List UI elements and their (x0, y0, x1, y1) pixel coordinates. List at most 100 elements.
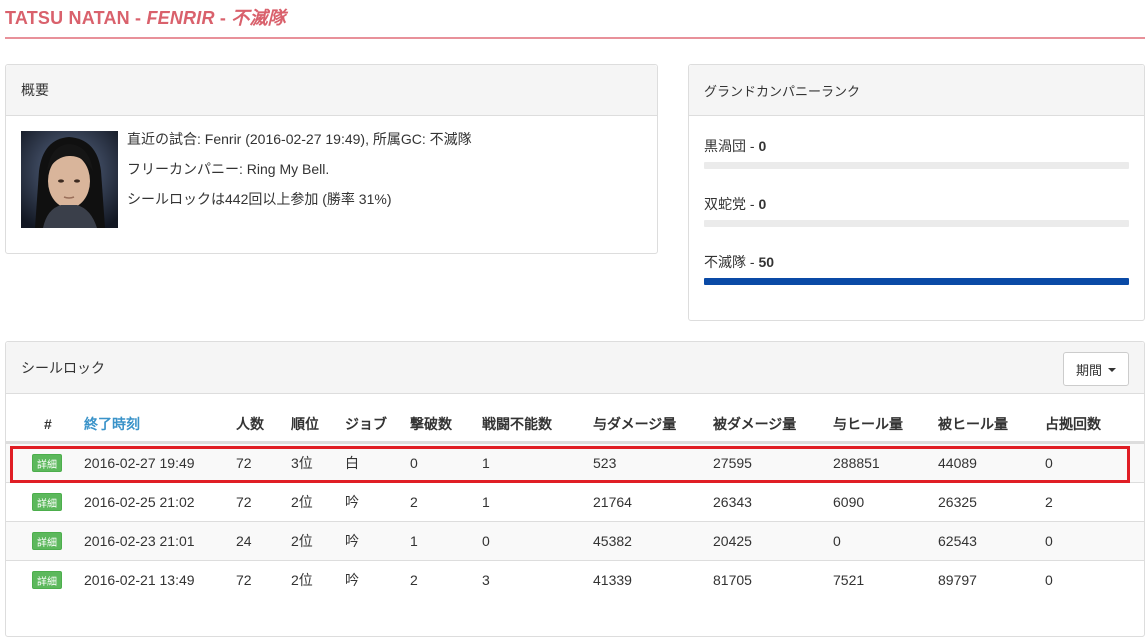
col-deaths-header: 戦闘不能数 (482, 416, 552, 432)
period-label: 期間 (1075, 362, 1102, 378)
col-captures-header: 占拠回数 (1045, 416, 1101, 432)
character-name: TATSU NATAN (5, 8, 130, 28)
col-kills-cell: 2 (410, 572, 418, 588)
col-damage-taken-cell: 26343 (713, 494, 752, 510)
period-dropdown-button[interactable]: 期間 (1062, 352, 1129, 386)
col-end-time-cell: 2016-02-21 13:49 (84, 572, 195, 588)
col-damage-dealt-cell: 45382 (593, 533, 632, 549)
col-heal-taken-cell: 62543 (938, 533, 977, 549)
col-heal-dealt-cell: 288851 (833, 455, 880, 471)
col-kills-cell: 2 (410, 494, 418, 510)
detail-cell: 詳細 (32, 483, 62, 521)
table-header: # 終了時刻 人数 順位 ジョブ 撃破数 戦闘不能数 与ダメージ量 被ダメージ量 与ヒール量 被ヒー… (6, 407, 1144, 443)
col-heal-dealt-cell: 0 (833, 533, 841, 549)
col-damage-taken-cell: 81705 (713, 572, 752, 588)
col-players-cell: 72 (236, 455, 252, 471)
col-job-cell: 吟 (345, 533, 359, 549)
col-captures-cell: 0 (1045, 572, 1053, 588)
participation-text: シールロックは442回以上参加 (勝率 31%) (127, 191, 392, 207)
gc-rank-label: 黒渦団 - 0 (704, 136, 766, 156)
table-row: 詳細 2016-02-25 21:02 72 2位 吟 2 1 21764 26343 6090 2… (6, 482, 1144, 521)
gc-name: 黒渦団 - (704, 138, 759, 154)
col-deaths-cell: 3 (482, 572, 490, 588)
col-heal-taken-cell: 89797 (938, 572, 977, 588)
gc-rank-value: 0 (758, 196, 767, 212)
detail-cell: 詳細 (32, 561, 62, 599)
character-portrait-icon (21, 131, 118, 228)
col-number-header: # (44, 416, 52, 432)
col-damage-dealt-cell: 523 (593, 455, 617, 471)
gc-name: 不滅隊 - (704, 254, 759, 270)
col-kills-header: 撃破数 (410, 416, 452, 432)
gc-rank-progress-bar (704, 220, 1129, 227)
col-rank-header: 順位 (291, 416, 319, 432)
caret-down-icon (1108, 368, 1116, 372)
title-separator: - (214, 8, 232, 28)
gc-rank-value: 0 (758, 138, 767, 154)
gc-name: 双蛇党 - (704, 196, 759, 212)
col-end-time-cell: 2016-02-27 19:49 (84, 455, 195, 471)
gc-rank-value: 50 (758, 254, 775, 270)
col-damage-taken-cell: 20425 (713, 533, 752, 549)
gc-rank-progress-bar (704, 278, 1129, 285)
gc-rank-label: 不滅隊 - 50 (704, 252, 774, 272)
col-captures-cell: 0 (1045, 533, 1053, 549)
col-rank-cell: 2位 (291, 533, 313, 549)
seal-rock-panel: シールロック 期間 # 終了時刻 人数 順位 ジョブ 撃破数 戦闘不能数 与ダメージ量 被ダメー… (5, 341, 1145, 637)
detail-button[interactable]: 詳細 (32, 532, 62, 550)
page-title: TATSU NATAN - FENRIR - 不滅隊 (5, 4, 286, 30)
col-heal-dealt-cell: 7521 (833, 572, 865, 588)
col-captures-cell: 2 (1045, 494, 1053, 510)
col-kills-cell: 0 (410, 455, 418, 471)
col-job-header: ジョブ (345, 416, 387, 432)
table-row: 詳細 2016-02-27 19:49 72 3位 白 0 1 523 27595 288851 4… (6, 443, 1144, 482)
detail-button[interactable]: 詳細 (32, 571, 62, 589)
detail-cell: 詳細 (32, 522, 62, 560)
col-job-cell: 白 (345, 455, 359, 471)
col-job-cell: 吟 (345, 494, 359, 510)
overview-panel: 概要 直近の試合: Fenrir (2016-02-27 19:49), 所属G… (5, 64, 658, 254)
world-name: FENRIR (146, 8, 215, 28)
col-damage-taken-cell: 27595 (713, 455, 752, 471)
col-end-time-cell: 2016-02-25 21:02 (84, 494, 195, 510)
col-rank-cell: 3位 (291, 455, 313, 471)
col-heal-taken-cell: 44089 (938, 455, 977, 471)
table-row: 詳細 2016-02-21 13:49 72 2位 吟 2 3 41339 81705 7521 8… (6, 560, 1144, 599)
gc-rank-heading: グランドカンパニーランク (689, 65, 1144, 116)
detail-button[interactable]: 詳細 (32, 493, 62, 511)
col-players-header: 人数 (236, 416, 264, 432)
col-job-cell: 吟 (345, 572, 359, 588)
table-row: 詳細 2016-02-23 21:01 24 2位 吟 1 0 45382 20425 0 6254… (6, 521, 1144, 560)
col-damage-dealt-header: 与ダメージ量 (593, 416, 677, 432)
col-end-time-header[interactable]: 終了時刻 (84, 407, 140, 441)
gc-rank-panel: グランドカンパニーランク 黒渦団 - 0 双蛇党 - 0 不滅隊 - 50 (688, 64, 1145, 321)
col-deaths-cell: 1 (482, 455, 490, 471)
gc-rank-label: 双蛇党 - 0 (704, 194, 766, 214)
free-company-text: フリーカンパニー: Ring My Bell. (127, 161, 330, 177)
gc-rank-progress-bar (704, 162, 1129, 169)
col-players-cell: 24 (236, 533, 252, 549)
recent-match-text: 直近の試合: Fenrir (2016-02-27 19:49), 所属GC: … (127, 131, 472, 147)
seal-rock-title: シールロック (21, 359, 105, 376)
col-end-time-cell: 2016-02-23 21:01 (84, 533, 195, 549)
col-kills-cell: 1 (410, 533, 418, 549)
seal-rock-heading: シールロック 期間 (6, 342, 1144, 394)
gc-rank-progress-fill (704, 278, 1129, 285)
col-heal-taken-header: 被ヒール量 (938, 416, 1008, 432)
col-players-cell: 72 (236, 494, 252, 510)
title-divider (5, 37, 1145, 39)
col-captures-cell: 0 (1045, 455, 1053, 471)
col-deaths-cell: 1 (482, 494, 490, 510)
col-heal-dealt-cell: 6090 (833, 494, 865, 510)
col-heal-dealt-header: 与ヒール量 (833, 416, 903, 432)
col-rank-cell: 2位 (291, 572, 313, 588)
col-heal-taken-cell: 26325 (938, 494, 977, 510)
col-rank-cell: 2位 (291, 494, 313, 510)
col-players-cell: 72 (236, 572, 252, 588)
col-deaths-cell: 0 (482, 533, 490, 549)
detail-button[interactable]: 詳細 (32, 454, 62, 472)
col-damage-dealt-cell: 21764 (593, 494, 632, 510)
title-separator: - (129, 8, 147, 28)
col-damage-dealt-cell: 41339 (593, 572, 632, 588)
detail-cell: 詳細 (32, 444, 62, 482)
